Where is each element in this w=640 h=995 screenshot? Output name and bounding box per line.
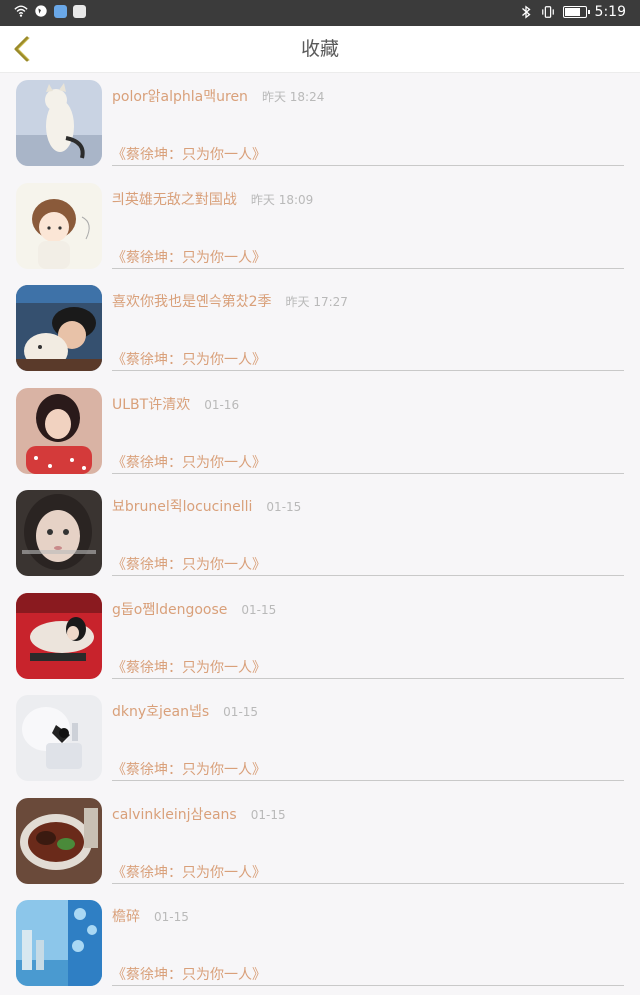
- list-item-4[interactable]: ULBT许清欢 01-16 《蔡徐坤：只为你一人》: [0, 380, 640, 483]
- item-name-line: 킈英雄无敌之對国战 昨天 18:09: [112, 189, 313, 209]
- list-item-7[interactable]: dkny호jean넵s 01-15 《蔡徐坤：只为你一人》: [0, 687, 640, 790]
- battery-icon: [562, 6, 590, 18]
- item-time: 01-15: [241, 602, 277, 617]
- item-time: 01-15: [154, 910, 189, 924]
- avatar-girl-red-sofa[interactable]: [16, 592, 102, 679]
- item-name: ULBT许清欢: [112, 396, 191, 413]
- song-title[interactable]: 《蔡徐坤：只为你一人》: [112, 349, 266, 369]
- item-name: calvinkleinj삼eans: [112, 806, 237, 823]
- item-time: 昨天 17:27: [285, 295, 348, 309]
- list-item-6[interactable]: g둡o쨈ldengoose 01-15 《蔡徐坤：只为你一人》: [0, 585, 640, 688]
- vibrate-icon: [541, 6, 554, 18]
- item-name: 킈英雄无敌之對国战: [112, 191, 237, 208]
- page-title: 收藏: [300, 38, 339, 60]
- avatar-girl-red-dress[interactable]: [16, 387, 102, 474]
- status-right-icons: 5:19: [519, 4, 626, 20]
- song-title[interactable]: 《蔡徐坤：只为你一人》: [112, 759, 266, 779]
- item-time: 01-15: [250, 807, 286, 822]
- globe-icon: [35, 5, 47, 17]
- song-title[interactable]: 《蔡徐坤：只为你一人》: [112, 657, 266, 677]
- item-name: 檐碎: [112, 909, 140, 925]
- avatar-girl-with-dog[interactable]: [16, 285, 102, 371]
- avatar-cartoon-child[interactable]: [16, 182, 102, 269]
- item-time: 昨天 18:24: [261, 90, 325, 104]
- avatar-girl-portrait[interactable]: [16, 490, 102, 576]
- item-time: 昨天 18:09: [250, 192, 314, 207]
- message-icon: [73, 4, 86, 18]
- list-item-3[interactable]: 喜欢你我也是옌슥第찼2季 昨天 17:27 《蔡徐坤：只为你一人》: [0, 277, 640, 380]
- item-name: dkny호jean넵s: [112, 704, 210, 720]
- divider: [112, 677, 624, 679]
- status-bar: 5:19: [0, 0, 640, 26]
- item-name-line: 뵤brunel쥑locucinelli 01-15: [112, 496, 301, 516]
- divider: [112, 882, 624, 884]
- item-name: polor앍alphla맥uren: [112, 89, 248, 105]
- item-name-line: dkny호jean넵s 01-15: [112, 701, 258, 721]
- song-title[interactable]: 《蔡徐坤：只为你一人》: [112, 862, 266, 882]
- item-time: 01-15: [266, 500, 302, 514]
- item-name-line: 檐碎 01-15: [112, 906, 189, 926]
- list-item-5[interactable]: 뵤brunel쥑locucinelli 01-15 《蔡徐坤：只为你一人》: [0, 482, 640, 585]
- list-item-8[interactable]: calvinkleinj삼eans 01-15 《蔡徐坤：只为你一人》: [0, 790, 640, 893]
- item-name: 喜欢你我也是옌슥第찼2季: [112, 294, 272, 310]
- bluetooth-icon: [521, 5, 531, 19]
- app-notification-icon: [54, 4, 67, 18]
- song-title[interactable]: 《蔡徐坤：只为你一人》: [112, 554, 266, 574]
- avatar-perfume-bottle[interactable]: [16, 695, 102, 781]
- favorites-list: polor앍alphla맥uren 昨天 18:24 《蔡徐坤：只为你一人》 킈英…: [0, 72, 640, 995]
- avatar-cat-photo[interactable]: [16, 80, 102, 166]
- divider: [112, 780, 624, 781]
- wifi-icon: [14, 5, 28, 17]
- divider: [112, 985, 624, 986]
- item-name: g둡o쨈ldengoose: [112, 601, 228, 618]
- item-name-line: calvinkleinj삼eans 01-15: [112, 804, 286, 824]
- divider: [112, 575, 624, 576]
- song-title[interactable]: 《蔡徐坤：只为你一人》: [112, 452, 266, 472]
- item-name-line: ULBT许清欢 01-16: [112, 394, 239, 414]
- status-time: 5:19: [594, 4, 626, 20]
- header: 收藏: [0, 26, 640, 73]
- avatar-food-plate[interactable]: [16, 797, 102, 884]
- song-title[interactable]: 《蔡徐坤：只为你一人》: [112, 964, 266, 984]
- list-item-9[interactable]: 檐碎 01-15 《蔡徐坤：只为你一人》: [0, 892, 640, 995]
- divider: [112, 472, 624, 474]
- list-item-2[interactable]: 킈英雄无敌之對国战 昨天 18:09 《蔡徐坤：只为你一人》: [0, 175, 640, 278]
- item-name-line: g둡o쨈ldengoose 01-15: [112, 599, 276, 619]
- divider: [112, 370, 624, 371]
- item-name-line: polor앍alphla맥uren 昨天 18:24: [112, 86, 324, 106]
- item-name: 뵤brunel쥑locucinelli: [112, 499, 253, 515]
- avatar-blue-scenery[interactable]: [16, 900, 102, 986]
- item-name-line: 喜欢你我也是옌슥第찼2季 昨天 17:27: [112, 291, 348, 311]
- item-time: 01-15: [223, 705, 259, 719]
- divider: [112, 165, 624, 166]
- status-left-icons: [14, 4, 86, 18]
- divider: [112, 267, 624, 269]
- song-title[interactable]: 《蔡徐坤：只为你一人》: [112, 247, 266, 267]
- list-item-1[interactable]: polor앍alphla맥uren 昨天 18:24 《蔡徐坤：只为你一人》: [0, 72, 640, 175]
- song-title[interactable]: 《蔡徐坤：只为你一人》: [112, 144, 266, 164]
- item-time: 01-16: [204, 397, 240, 412]
